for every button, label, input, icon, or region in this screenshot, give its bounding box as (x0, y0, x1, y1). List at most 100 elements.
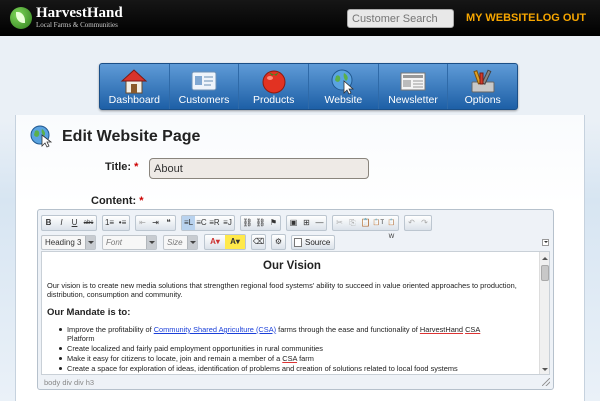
format-select[interactable]: Heading 3 (41, 234, 96, 250)
vision-heading: Our Vision (263, 260, 321, 272)
size-select-value: Size (167, 237, 183, 247)
redo-button[interactable]: ↷ (418, 216, 431, 230)
nav-label: Products (252, 94, 295, 106)
paste-text-button[interactable]: 📋T (372, 216, 385, 230)
insert-group: ▣ ⊞ — (286, 215, 327, 231)
logo[interactable]: HarvestHand Local Farms & Communities (10, 5, 123, 29)
paste-button[interactable]: 📋 (359, 216, 372, 230)
tomato-icon (262, 70, 286, 94)
undo-group: ↶ ↷ (404, 215, 432, 231)
logo-text: HarvestHand Local Farms & Communities (36, 5, 123, 29)
underline-button[interactable]: U (68, 216, 81, 230)
align-left-button[interactable]: ≡L (182, 216, 195, 230)
outdent-button[interactable]: ⇤ (136, 216, 149, 230)
nav-item-products[interactable]: Products (239, 64, 310, 109)
document-icon (294, 237, 302, 247)
nav-label: Website (324, 94, 363, 106)
source-label: Source (305, 237, 331, 247)
title-input[interactable] (149, 158, 369, 179)
indent-button[interactable]: ⇥ (149, 216, 162, 230)
chevron-down-icon (187, 235, 197, 249)
anchor-button[interactable]: ⚑ (267, 216, 280, 230)
link-group: ⛓ ⛓x ⚑ (240, 215, 281, 241)
nav-item-website[interactable]: Website (309, 64, 379, 109)
main-nav: Dashboard Customers Products Website New… (99, 63, 518, 110)
undo-button[interactable]: ↶ (405, 216, 418, 230)
spell-group: ⚙ (271, 234, 286, 250)
globe-cursor-icon (30, 125, 53, 148)
customer-search-input[interactable] (347, 9, 454, 28)
element-path[interactable]: body div div h3 (44, 378, 94, 387)
tools-icon (471, 69, 495, 93)
li3-suffix: farm (297, 354, 314, 363)
editor-toolbar-row-2: Heading 3 Font Size A▾ A▾ ⌫ ⚙ Source (41, 234, 336, 250)
mandate-list: Improve the profitability of Community S… (47, 325, 537, 373)
my-website-link[interactable]: MY WEBSITE (466, 12, 535, 24)
li1-line2: Platform (67, 334, 95, 343)
font-select-value: Font (106, 237, 123, 247)
nav-item-customers[interactable]: Customers (170, 64, 240, 109)
nav-item-dashboard[interactable]: Dashboard (100, 64, 170, 109)
image-button[interactable]: ▣ (287, 216, 300, 230)
editor-scrollbar[interactable] (539, 252, 549, 374)
required-mark: * (134, 161, 139, 173)
editor-toolbar-row-1: B I U abc 1≡ •≡ ⇤ ⇥ ❝ ≡L ≡C ≡R ≡J ⛓ ⛓x ⚑… (41, 215, 437, 241)
format-select-value: Heading 3 (45, 237, 82, 247)
csa-link[interactable]: Community Shared Agriculture (CSA) (154, 325, 276, 334)
leaf-logo-icon (10, 7, 32, 29)
nav-label: Dashboard (108, 94, 161, 106)
justify-button[interactable]: ≡J (221, 216, 234, 230)
nav-label: Customers (178, 94, 230, 106)
scroll-down-icon[interactable] (541, 365, 549, 373)
unlink-button[interactable]: ⛓x (254, 216, 267, 241)
remove-format-icon[interactable]: ⌫ (252, 235, 265, 249)
strikethrough-button[interactable]: abc (81, 216, 96, 230)
source-button[interactable]: Source (291, 234, 336, 250)
italic-button[interactable]: I (55, 216, 68, 230)
bulleted-list-button[interactable]: •≡ (116, 216, 129, 230)
table-button[interactable]: ⊞ (300, 216, 313, 230)
li1-csa: CSA (465, 325, 481, 334)
editor-content-area[interactable]: Our Vision Our vision is to create new m… (41, 251, 550, 375)
logout-link[interactable]: LOG OUT (536, 12, 586, 24)
content-label-text: Content: (91, 195, 137, 207)
collapse-toolbar-button[interactable] (542, 239, 549, 246)
indent-group: ⇤ ⇥ ❝ (135, 215, 176, 231)
clipboard-group: ✂ ⎘ 📋 📋T 📋W (332, 215, 399, 240)
vision-paragraph: Our vision is to create new media soluti… (47, 281, 517, 299)
cut-button[interactable]: ✂ (333, 216, 346, 230)
title-field-label: Title: * (105, 161, 138, 173)
resize-handle-icon[interactable] (542, 378, 550, 386)
spellcheck-icon[interactable]: ⚙ (272, 235, 285, 249)
copy-button[interactable]: ⎘ (346, 216, 359, 230)
list-item: Improve the profitability of Community S… (59, 325, 537, 343)
text-color-button[interactable]: A▾ (205, 235, 225, 249)
size-select[interactable]: Size (163, 234, 198, 250)
nav-item-options[interactable]: Options (448, 64, 517, 109)
align-center-button[interactable]: ≡C (195, 216, 208, 230)
tools-group: ⌫ (251, 234, 266, 250)
scroll-thumb[interactable] (541, 265, 549, 281)
globe-cursor-icon (331, 69, 355, 95)
scroll-up-icon[interactable] (541, 253, 549, 261)
paste-word-button[interactable]: 📋W (385, 216, 398, 240)
blockquote-button[interactable]: ❝ (162, 216, 175, 230)
mandate-heading: Our Mandate is to: (47, 307, 131, 318)
li3-prefix: Make it easy for citizens to locate, joi… (67, 354, 283, 363)
background-color-button[interactable]: A▾ (225, 235, 245, 249)
li3-csa: CSA (282, 354, 298, 363)
text-style-group: B I U abc (41, 215, 97, 231)
font-select[interactable]: Font (102, 234, 157, 250)
link-button[interactable]: ⛓ (241, 216, 254, 230)
newspaper-icon (400, 72, 426, 91)
content-field-label: Content: * (91, 195, 144, 207)
horizontal-rule-button[interactable]: — (313, 216, 326, 230)
nav-item-newsletter[interactable]: Newsletter (379, 64, 449, 109)
nav-label: Options (464, 94, 501, 106)
align-right-button[interactable]: ≡R (208, 216, 221, 230)
color-group: A▾ A▾ (204, 234, 246, 250)
list-item: Make it easy for citizens to locate, joi… (59, 354, 537, 363)
brand-tagline: Local Farms & Communities (36, 21, 118, 29)
bold-button[interactable]: B (42, 216, 55, 230)
numbered-list-button[interactable]: 1≡ (103, 216, 116, 230)
